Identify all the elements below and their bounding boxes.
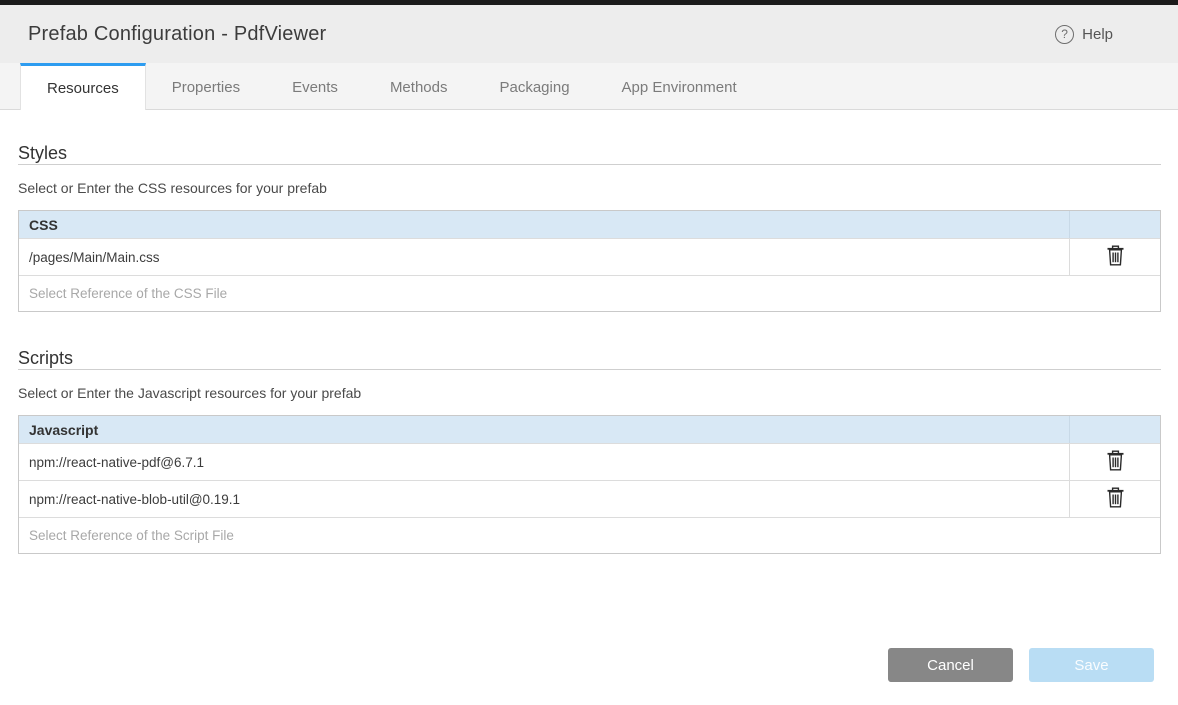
css-reference-input[interactable] bbox=[19, 276, 1160, 311]
delete-script-resource-button[interactable] bbox=[1102, 485, 1129, 513]
javascript-table-header-row: Javascript bbox=[19, 416, 1160, 443]
table-row: npm://react-native-pdf@6.7.1 bbox=[19, 443, 1160, 480]
tab-app-environment[interactable]: App Environment bbox=[596, 63, 763, 109]
css-column-header: CSS bbox=[19, 217, 1069, 233]
trash-icon bbox=[1106, 245, 1125, 269]
trash-icon bbox=[1106, 450, 1125, 474]
resources-tab-content: Styles Select or Enter the CSS resources… bbox=[0, 143, 1178, 554]
prefab-config-dialog: Prefab Configuration - PdfViewer ? Help … bbox=[0, 0, 1178, 705]
tab-methods[interactable]: Methods bbox=[364, 63, 474, 109]
tab-events[interactable]: Events bbox=[266, 63, 364, 109]
script-row-action-cell bbox=[1069, 481, 1160, 517]
css-row-action-cell bbox=[1069, 239, 1160, 275]
delete-script-resource-button[interactable] bbox=[1102, 448, 1129, 476]
question-circle-icon: ? bbox=[1055, 25, 1074, 44]
css-resource-value[interactable]: /pages/Main/Main.css bbox=[19, 239, 1069, 275]
tab-resources[interactable]: Resources bbox=[20, 63, 146, 110]
javascript-action-column-header bbox=[1069, 416, 1160, 443]
css-table-header-row: CSS bbox=[19, 211, 1160, 238]
page-title: Prefab Configuration - PdfViewer bbox=[28, 23, 326, 46]
dialog-footer: Cancel Save bbox=[888, 648, 1154, 682]
table-row bbox=[19, 517, 1160, 553]
css-action-column-header bbox=[1069, 211, 1160, 238]
tab-bar: Resources Properties Events Methods Pack… bbox=[0, 63, 1178, 110]
help-button[interactable]: ? Help bbox=[1055, 25, 1113, 44]
cancel-button[interactable]: Cancel bbox=[888, 648, 1013, 682]
table-row: npm://react-native-blob-util@0.19.1 bbox=[19, 480, 1160, 517]
styles-section-heading: Styles bbox=[18, 143, 1161, 165]
delete-css-resource-button[interactable] bbox=[1102, 243, 1129, 271]
save-button[interactable]: Save bbox=[1029, 648, 1154, 682]
css-resources-table: CSS /pages/Main/Main.css bbox=[18, 210, 1161, 312]
styles-section-description: Select or Enter the CSS resources for yo… bbox=[18, 180, 1161, 196]
trash-icon bbox=[1106, 487, 1125, 511]
tab-properties[interactable]: Properties bbox=[146, 63, 266, 109]
tab-packaging[interactable]: Packaging bbox=[473, 63, 595, 109]
help-label: Help bbox=[1082, 26, 1113, 43]
javascript-resources-table: Javascript npm://react-native-pdf@6.7.1 bbox=[18, 415, 1161, 554]
script-resource-value[interactable]: npm://react-native-pdf@6.7.1 bbox=[19, 444, 1069, 480]
dialog-header: Prefab Configuration - PdfViewer ? Help bbox=[0, 5, 1178, 63]
javascript-column-header: Javascript bbox=[19, 422, 1069, 438]
script-reference-input[interactable] bbox=[19, 518, 1160, 553]
table-row: /pages/Main/Main.css bbox=[19, 238, 1160, 275]
script-resource-value[interactable]: npm://react-native-blob-util@0.19.1 bbox=[19, 481, 1069, 517]
table-row bbox=[19, 275, 1160, 311]
script-row-action-cell bbox=[1069, 444, 1160, 480]
scripts-section-heading: Scripts bbox=[18, 348, 1161, 370]
scripts-section-description: Select or Enter the Javascript resources… bbox=[18, 385, 1161, 401]
